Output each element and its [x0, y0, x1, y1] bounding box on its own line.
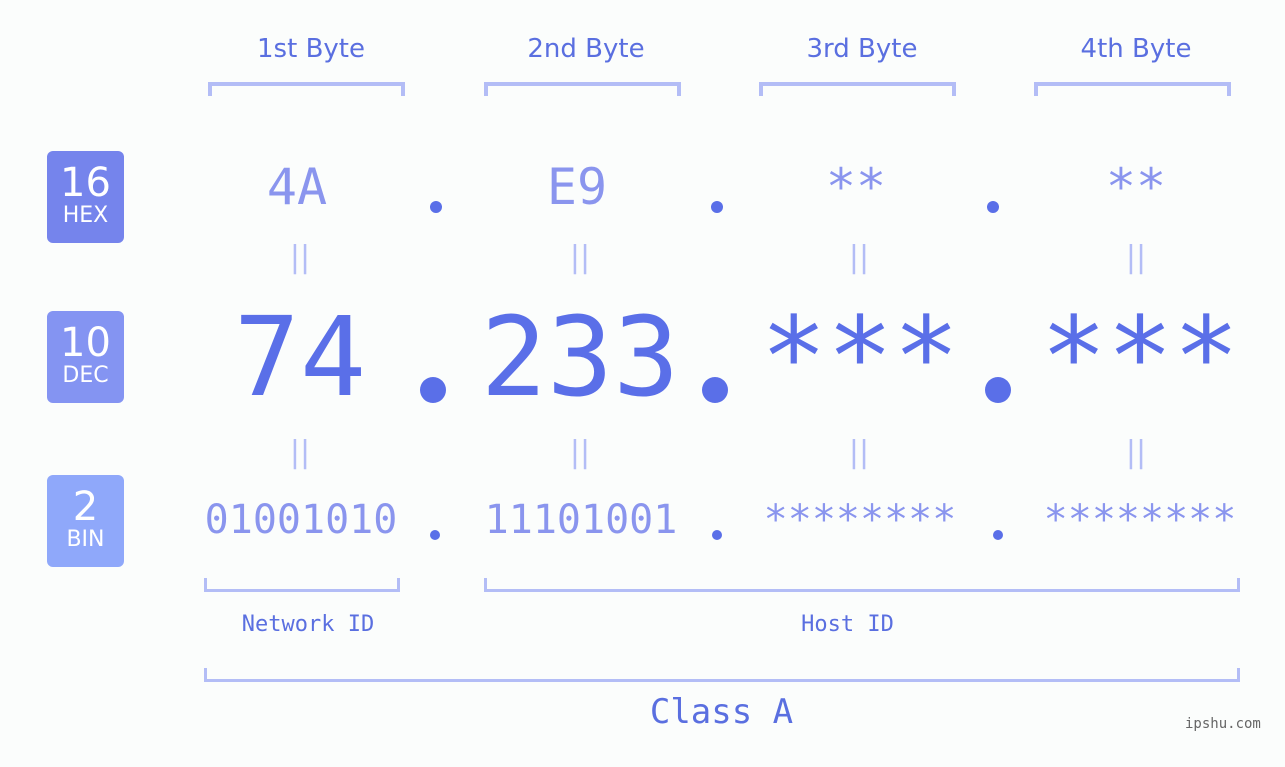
class-label: Class A — [649, 692, 794, 732]
bin-byte-2: 11101001 — [484, 497, 678, 543]
hex-byte-4: ** — [1105, 158, 1167, 216]
dec-dot-2 — [702, 377, 728, 403]
equals-icon: || — [289, 240, 311, 275]
bin-badge-label: BIN — [66, 527, 105, 552]
byte-bracket-2 — [484, 82, 681, 96]
bin-dot-2 — [712, 530, 722, 540]
bin-badge-number: 2 — [72, 484, 99, 530]
equals-icon: || — [1125, 435, 1147, 470]
byte-bracket-3 — [759, 82, 956, 96]
byte-bracket-4 — [1034, 82, 1231, 96]
network-id-label: Network ID — [241, 612, 375, 637]
bin-dot-1 — [430, 530, 440, 540]
dec-dot-1 — [420, 377, 446, 403]
byte-header-4: 4th Byte — [1080, 34, 1192, 64]
equals-icon: || — [848, 240, 870, 275]
bin-byte-4: ******** — [1043, 497, 1237, 543]
dec-byte-2: 233 — [480, 293, 680, 421]
equals-icon: || — [569, 240, 591, 275]
equals-icon: || — [289, 435, 311, 470]
dec-badge-label: DEC — [62, 363, 109, 388]
hex-dot-3 — [987, 201, 999, 213]
hex-dot-1 — [430, 201, 442, 213]
byte-header-1: 1st Byte — [257, 34, 365, 64]
class-bracket — [204, 668, 1240, 682]
hex-dot-2 — [711, 201, 723, 213]
dec-byte-1: 74 — [233, 293, 367, 421]
network-id-bracket — [204, 578, 400, 592]
byte-header-3: 3rd Byte — [806, 34, 918, 64]
bin-byte-1: 01001010 — [204, 497, 398, 543]
bin-dot-3 — [993, 530, 1003, 540]
bin-byte-3: ******** — [763, 497, 957, 543]
dec-byte-4: *** — [1040, 293, 1240, 421]
equals-icon: || — [848, 435, 870, 470]
hex-byte-1: 4A — [266, 158, 328, 216]
hex-badge: 16 HEX — [47, 151, 124, 243]
hex-byte-2: E9 — [546, 158, 608, 216]
bin-badge: 2 BIN — [47, 475, 124, 567]
dec-dot-3 — [985, 377, 1011, 403]
hex-badge-number: 16 — [60, 160, 111, 206]
host-id-label: Host ID — [801, 612, 894, 637]
dec-byte-3: *** — [760, 293, 960, 421]
hex-byte-3: ** — [825, 158, 887, 216]
dec-badge: 10 DEC — [47, 311, 124, 403]
byte-header-2: 2nd Byte — [527, 34, 645, 64]
host-id-bracket — [484, 578, 1240, 592]
dec-badge-number: 10 — [60, 320, 111, 366]
equals-icon: || — [1125, 240, 1147, 275]
hex-badge-label: HEX — [62, 203, 109, 228]
equals-icon: || — [569, 435, 591, 470]
watermark: ipshu.com — [1185, 716, 1261, 732]
byte-bracket-1 — [208, 82, 405, 96]
